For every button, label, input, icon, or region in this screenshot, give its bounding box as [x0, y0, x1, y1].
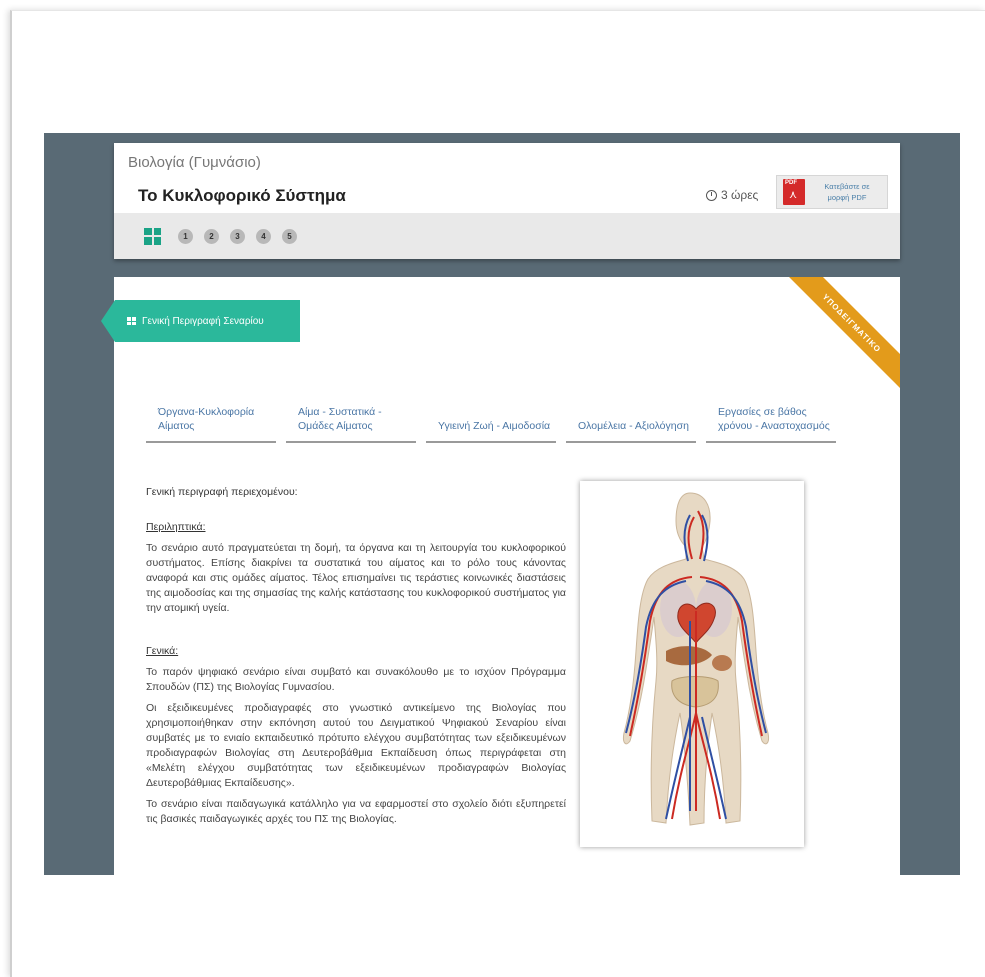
- steps-nav: 1 2 3 4 5: [114, 213, 900, 259]
- page-title: Το Κυκλοφορικό Σύστημα: [138, 186, 346, 205]
- pdf-icon: [783, 179, 805, 205]
- download-pdf-button[interactable]: Κατεβάστε σε μορφή PDF: [776, 175, 888, 209]
- overview-grid-icon[interactable]: [144, 227, 161, 245]
- circulatory-system-image: [580, 481, 804, 847]
- step-1-button[interactable]: 1: [178, 228, 193, 244]
- list-icon: [127, 317, 136, 325]
- general-heading: Γενικά:: [146, 645, 179, 657]
- duration-text: 3 ώρες: [721, 188, 759, 202]
- description-article: Γενική περιγραφή περιεχομένου: Περιληπτι…: [146, 485, 566, 833]
- course-header: Βιολογία (Γυμνάσιο) Το Κυκλοφορικό Σύστη…: [114, 143, 900, 259]
- tab-healthy-life[interactable]: Υγιεινή Ζωή - Αιμοδοσία: [426, 385, 556, 443]
- general-description-button[interactable]: Γενική Περιγραφή Σεναρίου: [101, 300, 300, 342]
- clock-icon: [706, 189, 717, 201]
- summary-heading: Περιληπτικά:: [146, 521, 206, 533]
- step-2-button[interactable]: 2: [204, 228, 219, 244]
- human-body-illustration: [623, 492, 769, 826]
- tab-plenary-assessment[interactable]: Ολομέλεια - Αξιολόγηση: [566, 385, 696, 443]
- article-heading: Γενική περιγραφή περιεχομένου:: [146, 486, 298, 498]
- content-card: ΥΠΟΔΕΙΓΜΑΤΙΚΟ Όργανα-Κυκλοφορία Αίματος …: [114, 277, 900, 875]
- general-paragraph-3: Το σενάριο είναι παιδαγωγικά κατάλληλο γ…: [146, 798, 566, 825]
- duration: 3 ώρες: [706, 188, 758, 202]
- tab-blood-components[interactable]: Αίμα - Συστατικά - Ομάδες Αίματος: [286, 385, 416, 443]
- exemplary-ribbon: ΥΠΟΔΕΙΓΜΑΤΙΚΟ: [779, 277, 900, 396]
- step-3-button[interactable]: 3: [230, 228, 245, 244]
- subject-label: Βιολογία (Γυμνάσιο): [128, 154, 261, 171]
- step-4-button[interactable]: 4: [256, 228, 271, 244]
- tab-long-term-projects[interactable]: Εργασίες σε βάθος χρόνου - Αναστοχασμός: [706, 385, 836, 443]
- tab-organs-circulation[interactable]: Όργανα-Κυκλοφορία Αίματος: [146, 385, 276, 443]
- summary-text: Το σενάριο αυτό πραγματεύεται τη δομή, τ…: [146, 542, 566, 614]
- general-description-label: Γενική Περιγραφή Σεναρίου: [142, 315, 264, 327]
- download-pdf-label: Κατεβάστε σε μορφή PDF: [824, 182, 870, 202]
- topic-tabs: Όργανα-Κυκλοφορία Αίματος Αίμα - Συστατι…: [146, 385, 836, 443]
- general-paragraph-1: Το παρόν ψηφιακό σενάριο είναι συμβατό κ…: [146, 666, 566, 693]
- general-paragraph-2: Οι εξειδικευμένες προδιαγραφές στο γνωστ…: [146, 702, 566, 789]
- step-5-button[interactable]: 5: [282, 228, 297, 244]
